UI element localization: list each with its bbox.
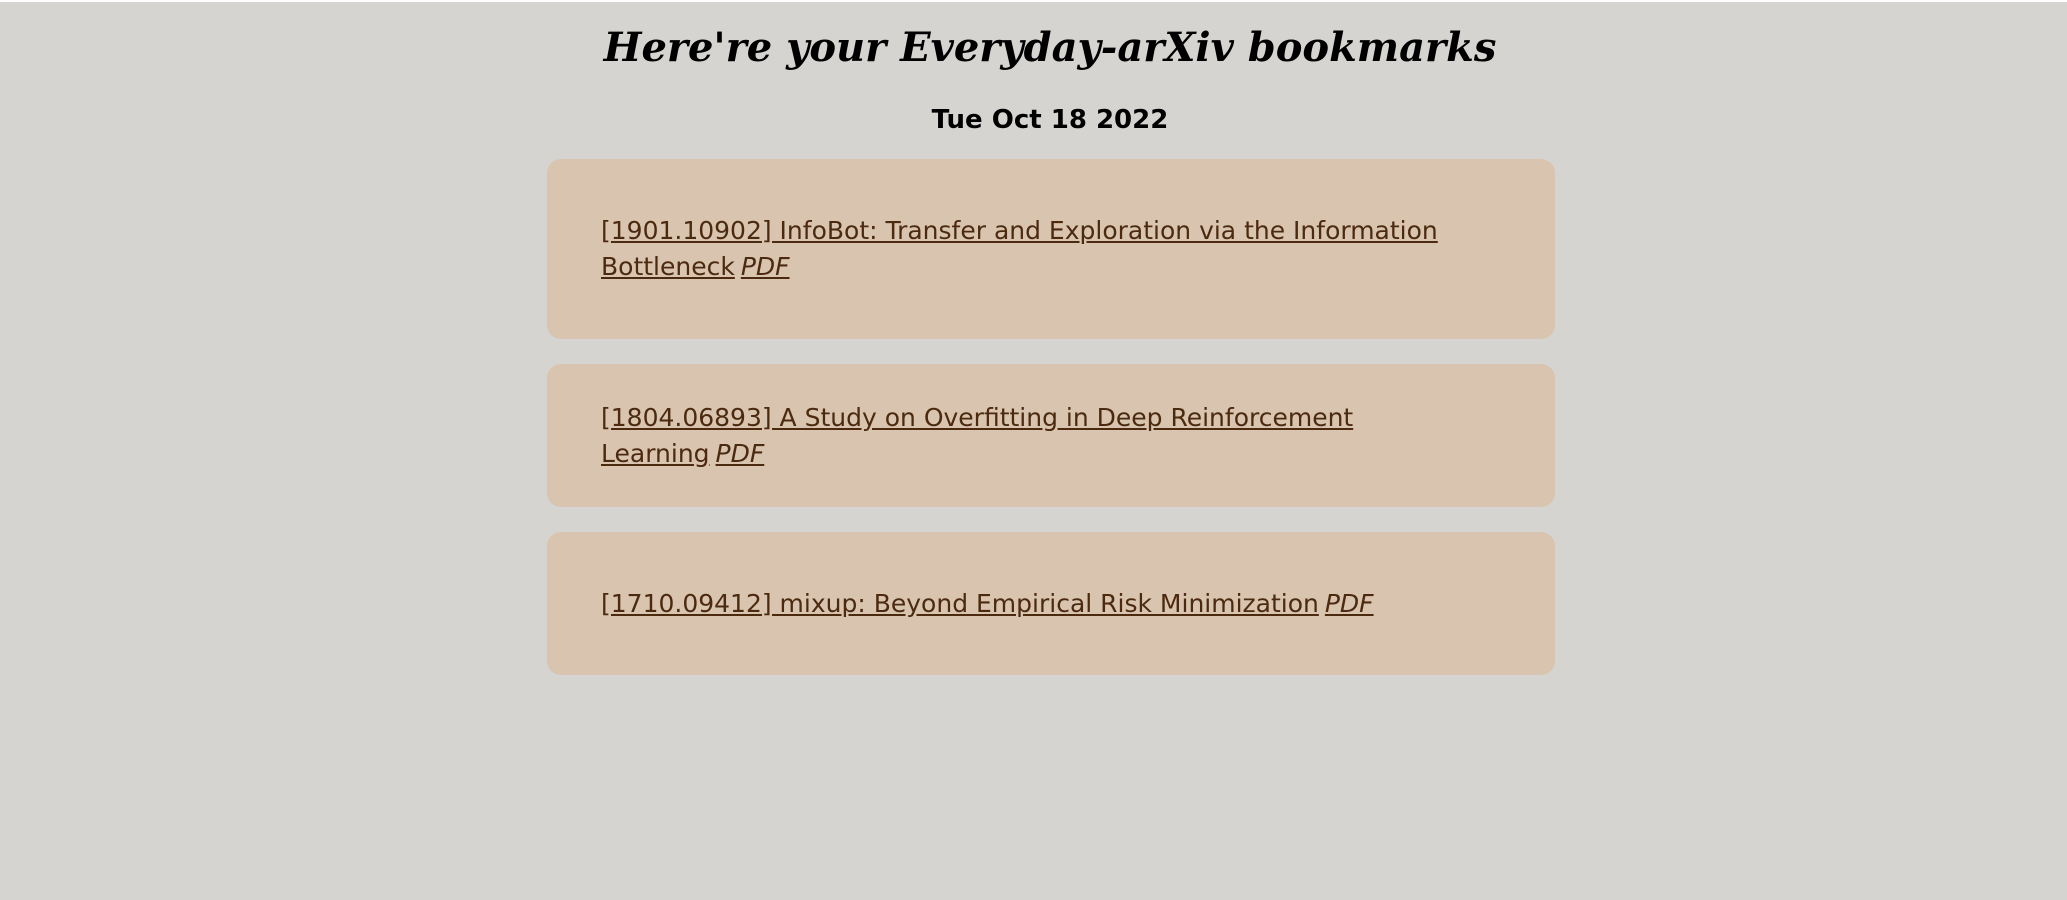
- bookmark-pdf-link[interactable]: PDF: [716, 439, 765, 468]
- bookmark-title-link[interactable]: [1901.10902] InfoBot: Transfer and Explo…: [601, 216, 1438, 281]
- bookmark-title-link[interactable]: [1804.06893] A Study on Overfitting in D…: [601, 403, 1353, 468]
- bookmark-card: [1804.06893] A Study on Overfitting in D…: [547, 364, 1555, 507]
- bookmark-entry: [1710.09412] mixup: Beyond Empirical Ris…: [601, 586, 1374, 622]
- bookmark-entry: [1804.06893] A Study on Overfitting in D…: [601, 400, 1501, 472]
- page-date: Tue Oct 18 2022: [931, 105, 1169, 135]
- bookmark-card: [1710.09412] mixup: Beyond Empirical Ris…: [547, 532, 1555, 675]
- page-title: Here're your Everyday-arXiv bookmarks: [603, 24, 1497, 71]
- bookmark-title-link[interactable]: [1710.09412] mixup: Beyond Empirical Ris…: [601, 589, 1319, 618]
- bookmark-pdf-link[interactable]: PDF: [1325, 589, 1374, 618]
- page-top-border: [0, 0, 2067, 2]
- bookmark-card: [1901.10902] InfoBot: Transfer and Explo…: [547, 159, 1555, 339]
- bookmark-pdf-link[interactable]: PDF: [741, 252, 790, 281]
- bookmark-entry: [1901.10902] InfoBot: Transfer and Explo…: [601, 213, 1501, 285]
